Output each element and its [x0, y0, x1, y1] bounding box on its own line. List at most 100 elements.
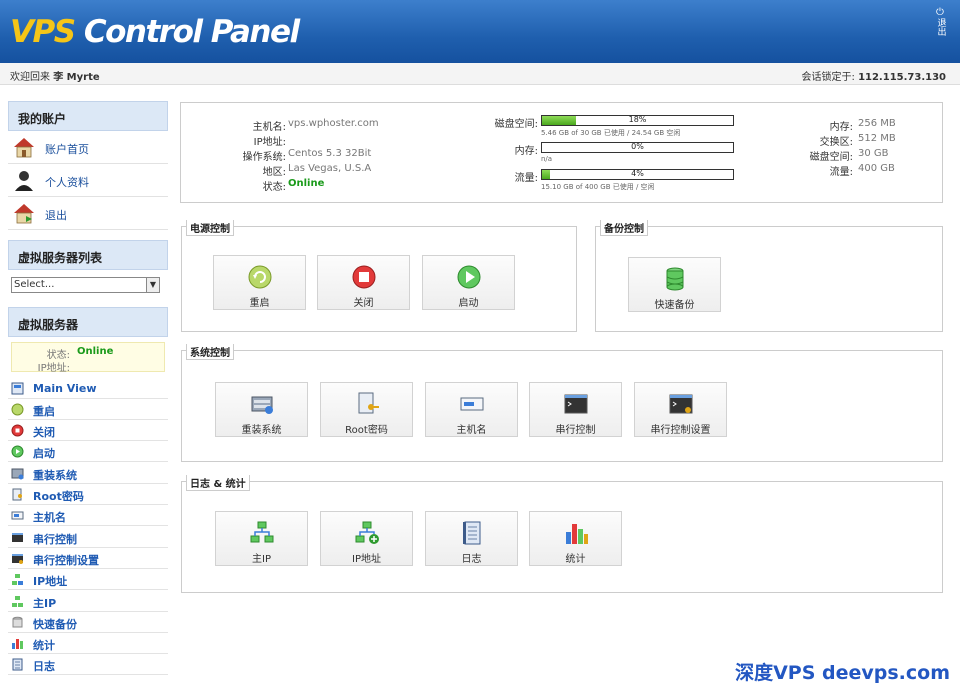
system-control-title: 系统控制 — [186, 344, 234, 360]
status-value: Online — [288, 178, 325, 189]
sidebar-nav-item[interactable]: 日志 — [8, 654, 168, 675]
quick-backup-icon — [12, 616, 23, 628]
reinstall-icon — [251, 396, 273, 414]
log-button[interactable]: 日志 — [425, 511, 518, 566]
vps-info-panel: 主机名: vps.wphoster.com IP地址: 操作系统: Centos… — [180, 102, 943, 203]
memory-usage-bar: 0% — [541, 142, 734, 153]
hostname-value: vps.wphoster.com — [288, 118, 379, 129]
system-control-panel: 系统控制 重装系统 Root密码 主机名 串行控制 串行控制设置 — [181, 344, 943, 462]
reboot-icon — [11, 403, 24, 416]
power-control-title: 电源控制 — [186, 220, 234, 236]
header-bar: VPS Control Panel ⏻ 退出 — [0, 0, 960, 63]
logo: VPS Control Panel — [10, 14, 300, 50]
stop-icon — [352, 265, 376, 289]
traffic-usage-bar: 4% — [541, 169, 734, 180]
sidebar-nav-label: 关闭 — [33, 426, 55, 439]
reboot-button[interactable]: 重启 — [213, 255, 306, 310]
session-info: 会话锁定于: 112.115.73.130 — [801, 72, 947, 83]
sidebar-nav-item[interactable]: Main View — [8, 378, 168, 399]
power-icon: ⏻ — [936, 7, 944, 18]
header-logout-label: 退出 — [935, 18, 946, 36]
traffic-usage-detail: 15.10 GB of 400 GB 已使用 / 空闲 — [541, 183, 655, 191]
boot-button[interactable]: 启动 — [422, 255, 515, 310]
shutdown-button[interactable]: 关闭 — [317, 255, 410, 310]
serial-console-settings-button[interactable]: 串行控制设置 — [634, 382, 727, 437]
root-password-button[interactable]: Root密码 — [320, 382, 413, 437]
power-control-panel: 电源控制 重启 关闭 启动 — [181, 220, 577, 332]
root-password-icon — [12, 488, 22, 501]
sidebar-item-account-home[interactable]: 账户首页 — [8, 131, 168, 164]
sidebar-item-logout[interactable]: 退出 — [8, 197, 168, 230]
statistics-button[interactable]: 统计 — [529, 511, 622, 566]
vps-select-dropdown[interactable]: Select... ▼ — [11, 277, 160, 293]
status-label: 状态: — [262, 182, 286, 193]
header-logout-button[interactable]: ⏻ 退出 — [934, 7, 946, 39]
watermark: 深度VPS deevps.com — [735, 662, 950, 684]
sidebar-nav-item[interactable]: 启动 — [8, 441, 168, 462]
username: 李 Myrte — [53, 72, 100, 83]
serial-console-settings-icon — [12, 554, 23, 564]
serial-console-icon — [12, 533, 23, 542]
sidebar-nav-item[interactable]: 关闭 — [8, 420, 168, 441]
main-view-icon — [11, 382, 24, 395]
sidebar-nav-item[interactable]: 主机名 — [8, 505, 168, 526]
memory-label: 内存: — [514, 146, 538, 157]
disk-usage-bar: 18% — [541, 115, 734, 126]
database-icon — [666, 267, 684, 291]
os-value: Centos 5.3 32Bit — [288, 148, 372, 159]
vps-select-value: Select... — [14, 279, 55, 290]
sidebar-nav-item[interactable]: 统计 — [8, 633, 168, 654]
chevron-down-icon: ▼ — [146, 278, 159, 292]
backup-control-panel: 备份控制 快速备份 — [595, 220, 943, 332]
total-memory-value: 256 MB — [858, 118, 896, 129]
total-disk-value: 30 GB — [858, 148, 889, 159]
sidebar-nav-item[interactable]: 快速备份 — [8, 612, 168, 633]
sidebar-nav-item[interactable]: 重装系统 — [8, 463, 168, 484]
total-memory-label: 内存: — [829, 122, 853, 133]
sidebar-nav-label: 启动 — [33, 447, 55, 460]
vps-status-value: Online — [77, 346, 114, 357]
home-icon — [14, 138, 34, 158]
vps-heading: 虚拟服务器 — [8, 307, 168, 337]
sidebar-nav-item[interactable]: IP地址 — [8, 569, 168, 590]
vps-ip-label: IP地址: — [37, 363, 70, 374]
disk-usage-detail: 5.46 GB of 30 GB 已使用 / 24.54 GB 空闲 — [541, 129, 681, 137]
disk-label: 磁盘空间: — [494, 119, 538, 130]
ip-label: IP地址: — [253, 137, 286, 148]
boot-icon — [11, 445, 24, 458]
logs-stats-panel: 日志 & 统计 主IP IP地址 日志 统计 — [181, 475, 943, 593]
sidebar-nav-item[interactable]: 串行控制设置 — [8, 548, 168, 569]
logs-stats-title: 日志 & 统计 — [186, 475, 250, 491]
my-account-heading: 我的账户 — [8, 101, 168, 131]
swap-value: 512 MB — [858, 133, 896, 144]
sidebar-item-profile[interactable]: 个人资料 — [8, 164, 168, 197]
total-traffic-label: 流量: — [829, 167, 853, 178]
sidebar-nav-item[interactable]: Root密码 — [8, 484, 168, 505]
sidebar-nav-label: 主IP — [33, 597, 57, 610]
ip-address-button[interactable]: IP地址 — [320, 511, 413, 566]
sidebar-nav-label: IP地址 — [33, 575, 68, 588]
sidebar-nav-label: 重启 — [33, 405, 55, 418]
sidebar-nav-label: Root密码 — [33, 490, 84, 503]
sidebar-nav-item[interactable]: 串行控制 — [8, 527, 168, 548]
session-ip: 112.115.73.130 — [858, 72, 946, 83]
sidebar-nav-item[interactable]: 重启 — [8, 399, 168, 420]
sidebar-nav-label: 快速备份 — [33, 618, 77, 631]
sidebar-nav-label: 串行控制设置 — [33, 554, 99, 567]
region-value: Las Vegas, U.S.A — [288, 163, 372, 174]
main-ip-button[interactable]: 主IP — [215, 511, 308, 566]
reinstall-button[interactable]: 重装系统 — [215, 382, 308, 437]
sidebar-nav-item[interactable]: 主IP — [8, 591, 168, 612]
statistics-icon — [12, 639, 23, 649]
log-icon — [12, 658, 23, 671]
quick-backup-button[interactable]: 快速备份 — [628, 257, 721, 312]
backup-control-title: 备份控制 — [600, 220, 648, 236]
hostname-button[interactable]: 主机名 — [425, 382, 518, 437]
sidebar-nav-label: 串行控制 — [33, 533, 77, 546]
terminal-settings-icon — [669, 394, 693, 414]
memory-usage-percent: 0% — [631, 142, 644, 151]
hostname-label: 主机名: — [252, 122, 286, 133]
serial-console-button[interactable]: 串行控制 — [529, 382, 622, 437]
sidebar-nav-label: 统计 — [33, 639, 55, 652]
region-label: 地区: — [262, 167, 286, 178]
